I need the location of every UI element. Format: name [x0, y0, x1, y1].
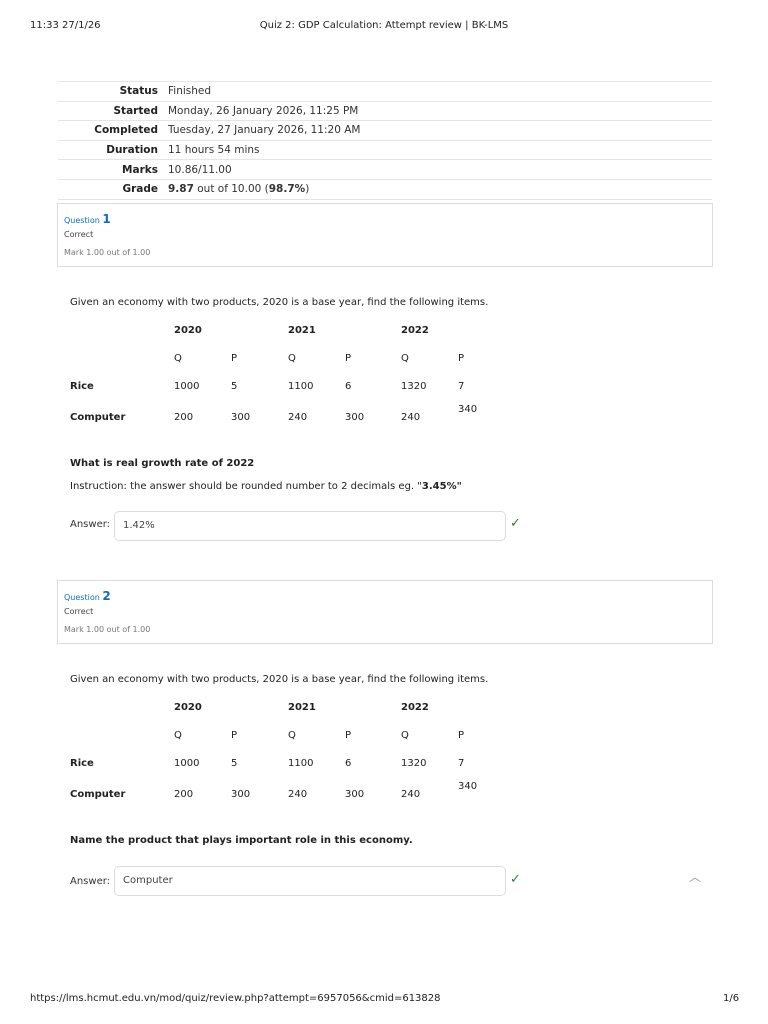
year-header: 2021 — [288, 702, 316, 713]
cell: 5 — [231, 381, 238, 392]
cell: 340 — [458, 781, 478, 792]
cell: 240 — [401, 789, 421, 800]
correct-check-icon: ✓ — [510, 516, 521, 531]
cell: 7 — [458, 758, 465, 769]
grade-mid: out of 10.00 ( — [193, 183, 269, 196]
cell: 7 — [458, 381, 465, 392]
question-intro: Given an economy with two products, 2020… — [70, 297, 489, 308]
q-header: Q — [401, 353, 409, 364]
summary-key: Duration — [106, 144, 158, 157]
cell: 1320 — [401, 381, 427, 392]
summary-value: 9.87 out of 10.00 (98.7%) — [168, 183, 309, 195]
summary-value: Monday, 26 January 2026, 11:25 PM — [168, 104, 359, 117]
year-header: 2020 — [174, 702, 202, 713]
p-header: P — [231, 730, 238, 741]
p-header: P — [231, 353, 238, 364]
summary-value: 11 hours 54 mins — [168, 144, 260, 157]
page-number: 1/6 — [723, 993, 740, 1004]
summary-value: Finished — [168, 85, 212, 98]
cell: 300 — [231, 789, 251, 800]
year-header: 2021 — [288, 325, 316, 336]
question-instruction: Instruction: the answer should be rounde… — [70, 481, 462, 492]
cell: 6 — [345, 758, 352, 769]
p-header: P — [345, 730, 352, 741]
scroll-to-top-icon[interactable]: ︿ — [689, 868, 701, 885]
summary-key: Grade — [122, 183, 158, 196]
question-content: Given an economy with two products, 2020… — [0, 580, 768, 830]
q-header: Q — [174, 730, 182, 741]
answer-label: Answer: — [70, 519, 111, 530]
q-header: Q — [288, 353, 296, 364]
year-header: 2022 — [401, 702, 429, 713]
question-prompt: Name the product that plays important ro… — [70, 835, 413, 846]
summary-key: Status — [119, 85, 158, 98]
row-label: Computer — [70, 412, 126, 423]
row-label: Rice — [70, 381, 94, 392]
p-header: P — [345, 353, 352, 364]
cell: 1000 — [174, 758, 200, 769]
row-label: Rice — [70, 758, 94, 769]
cell: 300 — [345, 412, 365, 423]
summary-key: Completed — [94, 124, 158, 137]
question-prompt: What is real growth rate of 2022 — [70, 458, 255, 469]
cell: 340 — [458, 404, 478, 415]
cell: 300 — [231, 412, 251, 423]
summary-key: Marks — [122, 163, 158, 176]
answer-input[interactable]: 1.42% — [114, 511, 506, 541]
cell: 240 — [288, 412, 308, 423]
q-header: Q — [174, 353, 182, 364]
cell: 200 — [174, 412, 194, 423]
q-header: Q — [401, 730, 409, 741]
summary-value: 10.86/11.00 — [168, 163, 232, 176]
cell: 1320 — [401, 758, 427, 769]
page-url: https://lms.hcmut.edu.vn/mod/quiz/review… — [30, 993, 441, 1004]
attempt-summary: Status Finished Started Monday, 26 January… — [58, 81, 712, 200]
cell: 6 — [345, 381, 352, 392]
page-title: Quiz 2: GDP Calculation: Attempt review … — [259, 20, 509, 31]
grade-score: 9.87 — [168, 183, 194, 196]
q-header: Q — [288, 730, 296, 741]
year-header: 2022 — [401, 325, 429, 336]
question-intro: Given an economy with two products, 2020… — [70, 674, 489, 685]
cell: 240 — [401, 412, 421, 423]
cell: 240 — [288, 789, 308, 800]
answer-label: Answer: — [70, 876, 111, 887]
summary-key: Started — [113, 104, 158, 117]
cell: 5 — [231, 758, 238, 769]
answer-input[interactable]: Computer — [114, 866, 506, 896]
cell: 1000 — [174, 381, 200, 392]
year-header: 2020 — [174, 325, 202, 336]
summary-value: Tuesday, 27 January 2026, 11:20 AM — [168, 124, 361, 137]
row-label: Computer — [70, 789, 126, 800]
grade-percent: 98.7% — [268, 183, 306, 196]
question-content: Given an economy with two products, 2020… — [0, 203, 768, 453]
cell: 1100 — [288, 758, 314, 769]
cell: 1100 — [288, 381, 314, 392]
cell: 300 — [345, 789, 365, 800]
cell: 200 — [174, 789, 194, 800]
p-header: P — [458, 353, 465, 364]
correct-check-icon: ✓ — [510, 872, 521, 887]
grade-end: ) — [305, 183, 310, 196]
p-header: P — [458, 730, 465, 741]
